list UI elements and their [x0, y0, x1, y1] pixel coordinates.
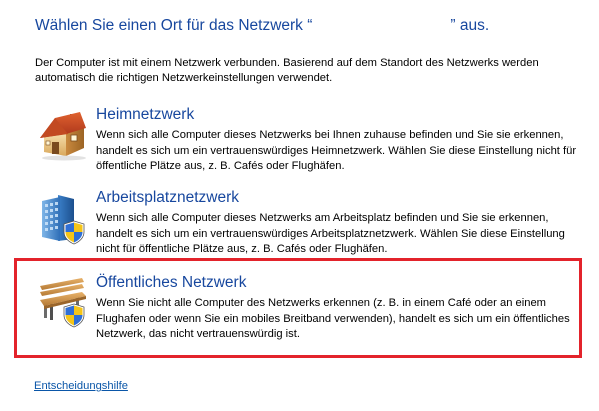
intro-text: Der Computer ist mit einem Netzwerk verb…: [35, 57, 539, 84]
redacted-network-name: [312, 19, 450, 33]
office-building-shield-icon: [36, 191, 90, 245]
dialog-title-prefix: Wählen Sie einen Ort für das Netzwerk “: [35, 17, 313, 34]
selection-highlight-box: [14, 258, 582, 358]
dialog-title: Wählen Sie einen Ort für das Netzwerk “ ”…: [35, 17, 595, 35]
option-work-title: Arbeitsplatznetzwerk: [96, 189, 240, 206]
option-home-description: Wenn sich alle Computer dieses Netzwerks…: [96, 129, 577, 172]
dialog-title-suffix: ” aus.: [450, 17, 490, 34]
option-home-title: Heimnetzwerk: [96, 106, 195, 123]
decision-help-link[interactable]: Entscheidungshilfe: [34, 380, 128, 392]
option-work-network[interactable]: Arbeitsplatznetzwerk Wenn sich alle Comp…: [30, 189, 585, 259]
option-home-network[interactable]: Heimnetzwerk Wenn sich alle Computer die…: [30, 106, 585, 176]
option-work-description: Wenn sich alle Computer dieses Netzwerks…: [96, 212, 565, 255]
house-icon: [36, 108, 90, 162]
